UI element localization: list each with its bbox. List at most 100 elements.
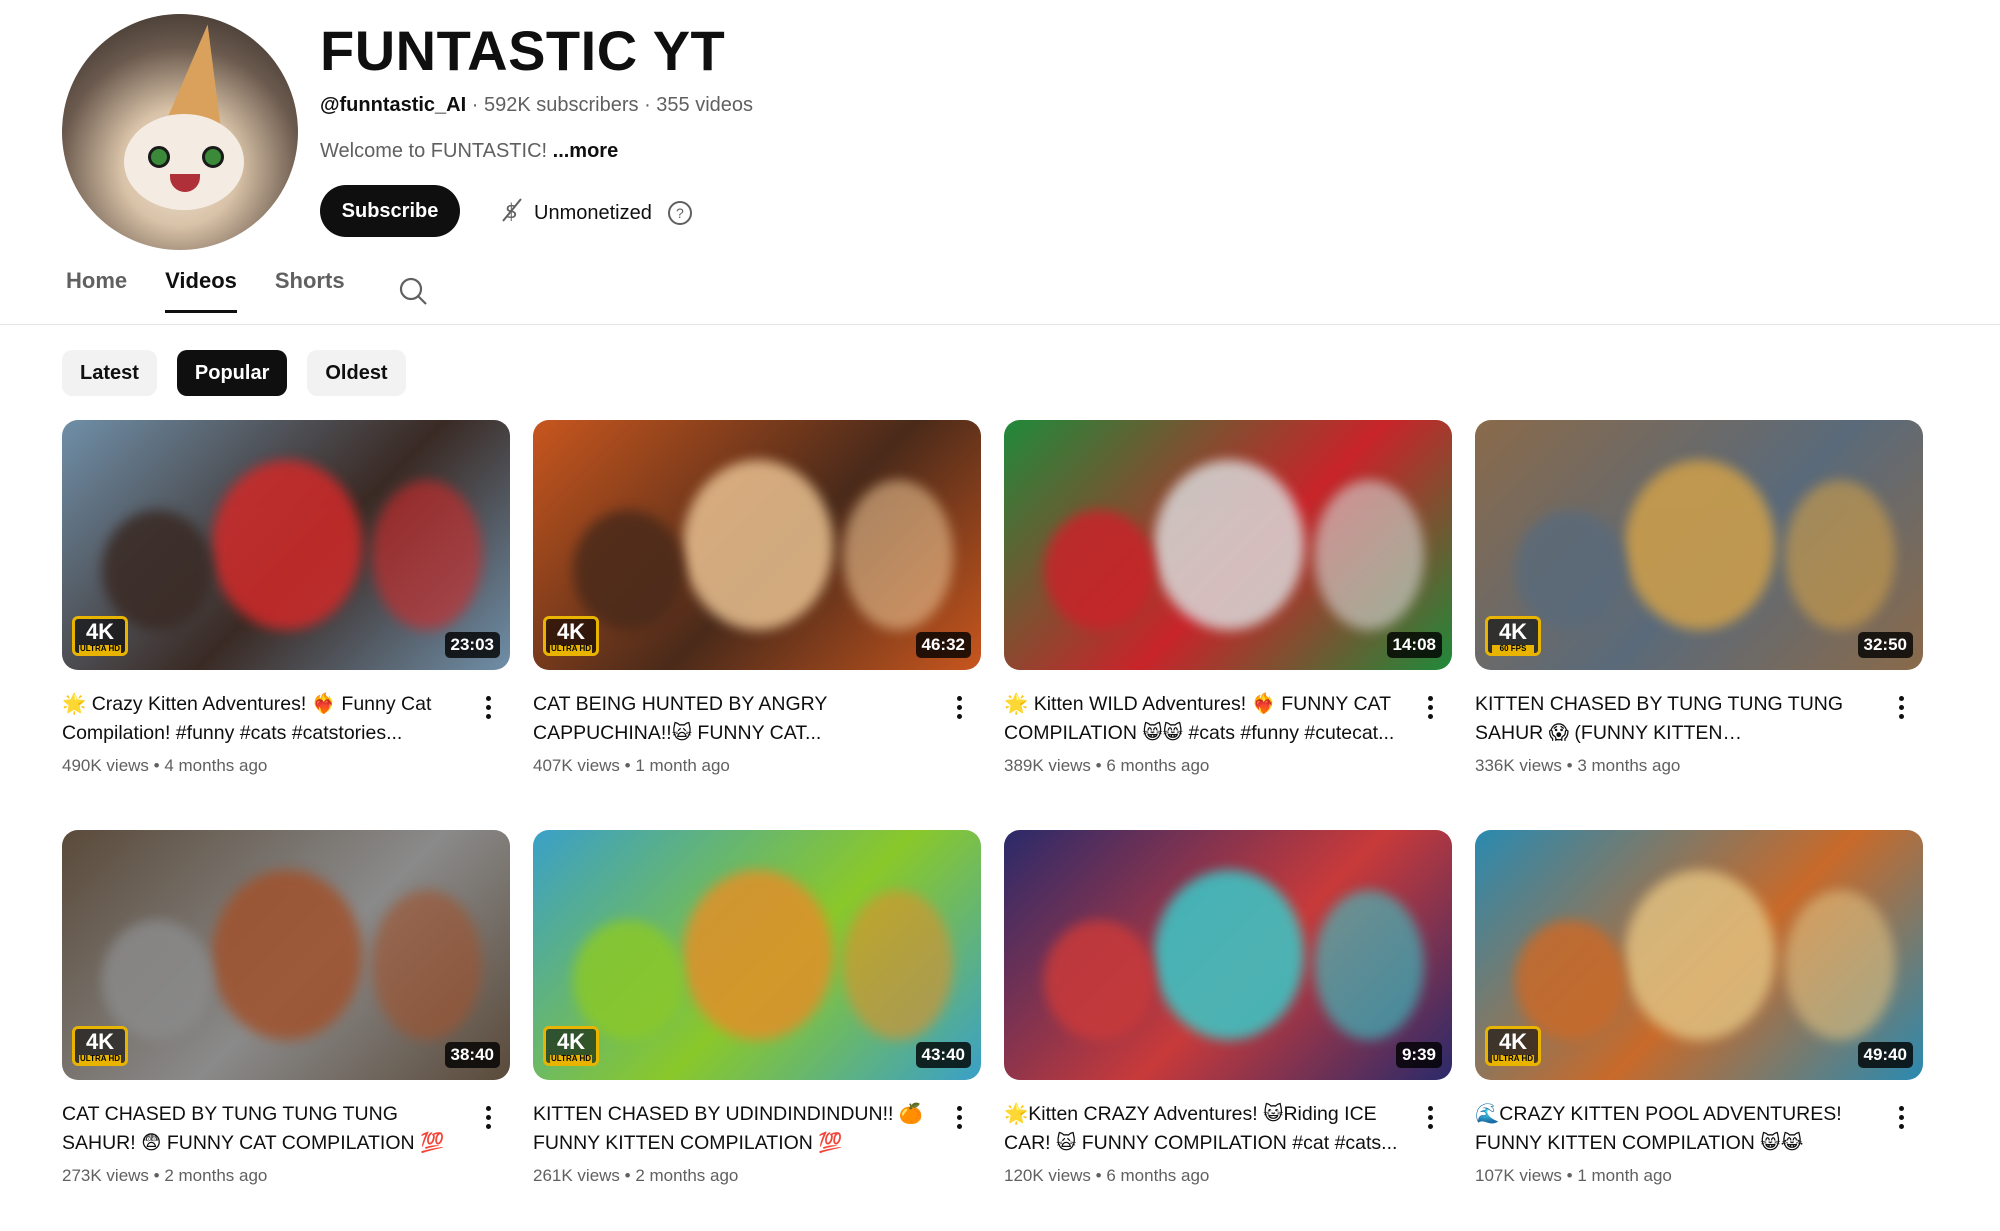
- upload-age: 1 month ago: [635, 756, 730, 775]
- more-actions-icon[interactable]: [945, 1102, 973, 1132]
- sort-chips: Latest Popular Oldest: [62, 350, 406, 396]
- video-duration: 32:50: [1857, 632, 1913, 658]
- channel-meta: @funntastic_AI · 592K subscribers · 355 …: [320, 94, 753, 117]
- thumbnail-art: [1785, 480, 1895, 630]
- view-count: 261K views: [533, 1166, 620, 1185]
- subscriber-count: 592K subscribers: [483, 94, 639, 116]
- video-title[interactable]: KITTEN CHASED BY TUNG TUNG TUNG SAHUR 😱 …: [1475, 690, 1875, 748]
- video-duration: 23:03: [444, 632, 500, 658]
- channel-description[interactable]: Welcome to FUNTASTIC! ...more: [320, 140, 618, 163]
- channel-title: FUNTASTIC YT: [320, 19, 726, 82]
- more-actions-icon[interactable]: [1887, 692, 1915, 722]
- thumbnail-art: [843, 890, 953, 1040]
- more-actions-icon[interactable]: [474, 692, 502, 722]
- video-duration: 49:40: [1857, 1042, 1913, 1068]
- more-link[interactable]: ...more: [553, 140, 619, 162]
- video-thumbnail[interactable]: 4K ULTRA HD 38:40: [62, 830, 510, 1080]
- tab-videos[interactable]: Videos: [165, 268, 237, 313]
- video-title[interactable]: 🌟Kitten CRAZY Adventures! 😺Riding ICE CA…: [1004, 1100, 1404, 1158]
- video-card[interactable]: 4K ULTRA HD 38:40 CAT CHASED BY TUNG TUNG…: [62, 830, 510, 1231]
- video-title[interactable]: 🌟 Kitten WILD Adventures! ❤️‍🔥 FUNNY CAT…: [1004, 690, 1404, 748]
- more-actions-icon[interactable]: [474, 1102, 502, 1132]
- unmonetized-label: Unmonetized: [534, 201, 652, 224]
- view-count: 107K views: [1475, 1166, 1562, 1185]
- view-count: 120K views: [1004, 1166, 1091, 1185]
- video-thumbnail[interactable]: 4K ULTRA HD 23:03: [62, 420, 510, 670]
- video-card[interactable]: 9:39 🌟Kitten CRAZY Adventures! 😺Riding I…: [1004, 830, 1452, 1231]
- help-icon[interactable]: ?: [667, 201, 692, 225]
- video-meta: 407K views • 1 month ago: [533, 756, 730, 776]
- search-icon[interactable]: [398, 276, 428, 311]
- thumbnail-art: [372, 890, 482, 1040]
- quality-badge: 4K ULTRA HD: [543, 616, 599, 656]
- cat-eye-left: [148, 146, 170, 168]
- video-meta: 261K views • 2 months ago: [533, 1166, 738, 1186]
- video-thumbnail[interactable]: 4K ULTRA HD 46:32: [533, 420, 981, 670]
- upload-age: 6 months ago: [1106, 1166, 1210, 1185]
- video-meta: 107K views • 1 month ago: [1475, 1166, 1672, 1186]
- video-card[interactable]: 4K ULTRA HD 46:32 CAT BEING HUNTED BY ANG…: [533, 420, 981, 830]
- meta-separator: ·: [644, 94, 657, 116]
- tab-shorts[interactable]: Shorts: [275, 268, 345, 294]
- more-actions-icon[interactable]: [1887, 1102, 1915, 1132]
- upload-age: 6 months ago: [1106, 756, 1210, 775]
- channel-tabs: Home Videos Shorts: [66, 268, 345, 313]
- more-actions-icon[interactable]: [1416, 692, 1444, 722]
- view-count: 273K views: [62, 1166, 149, 1185]
- thumbnail-art: [573, 510, 683, 630]
- thumbnail-art: [212, 460, 362, 630]
- thumbnail-art: [1625, 460, 1775, 630]
- video-title[interactable]: 🌟 Crazy Kitten Adventures! ❤️‍🔥 Funny Ca…: [62, 690, 462, 748]
- video-meta: 490K views • 4 months ago: [62, 756, 267, 776]
- more-actions-icon[interactable]: [945, 692, 973, 722]
- video-meta: 389K views • 6 months ago: [1004, 756, 1209, 776]
- video-title[interactable]: 🌊CRAZY KITTEN POOL ADVENTURES! FUNNY KIT…: [1475, 1100, 1875, 1158]
- video-thumbnail[interactable]: 4K ULTRA HD 43:40: [533, 830, 981, 1080]
- video-meta: 336K views • 3 months ago: [1475, 756, 1680, 776]
- thumbnail-art: [212, 870, 362, 1040]
- chip-latest[interactable]: Latest: [62, 350, 157, 396]
- quality-badge: 4K 60 FPS: [1485, 616, 1541, 656]
- view-count: 389K views: [1004, 756, 1091, 775]
- video-card[interactable]: 14:08 🌟 Kitten WILD Adventures! ❤️‍🔥 FUN…: [1004, 420, 1452, 830]
- quality-badge: 4K ULTRA HD: [543, 1026, 599, 1066]
- unmonetized-status: $ Unmonetized ?: [500, 196, 692, 230]
- meta-dot: •: [148, 1166, 165, 1185]
- thumbnail-art: [1515, 920, 1625, 1040]
- channel-avatar[interactable]: [62, 14, 298, 250]
- quality-badge: 4K ULTRA HD: [72, 1026, 128, 1066]
- upload-age: 3 months ago: [1577, 756, 1681, 775]
- thumbnail-art: [1154, 870, 1304, 1040]
- meta-dot: •: [1090, 756, 1107, 775]
- video-thumbnail[interactable]: 4K ULTRA HD 49:40: [1475, 830, 1923, 1080]
- video-card[interactable]: 4K ULTRA HD 49:40 🌊CRAZY KITTEN POOL ADVE…: [1475, 830, 1923, 1231]
- meta-dot: •: [1090, 1166, 1107, 1185]
- chip-oldest[interactable]: Oldest: [307, 350, 406, 396]
- tab-home[interactable]: Home: [66, 268, 127, 294]
- video-thumbnail[interactable]: 9:39: [1004, 830, 1452, 1080]
- thumbnail-art: [1625, 870, 1775, 1040]
- video-thumbnail[interactable]: 4K 60 FPS 32:50: [1475, 420, 1923, 670]
- video-title[interactable]: CAT BEING HUNTED BY ANGRY CAPPUCHINA!!🙀 …: [533, 690, 933, 748]
- more-actions-icon[interactable]: [1416, 1102, 1444, 1132]
- meta-dot: •: [1561, 1166, 1578, 1185]
- video-title[interactable]: KITTEN CHASED BY UDINDINDINDUN!! 🍊 FUNNY…: [533, 1100, 933, 1158]
- thumbnail-art: [1314, 480, 1424, 630]
- video-grid: 4K ULTRA HD 23:03 🌟 Crazy Kitten Adventur…: [62, 420, 1923, 1231]
- meta-dot: •: [1561, 756, 1578, 775]
- video-title[interactable]: CAT CHASED BY TUNG TUNG TUNG SAHUR! 😨 FU…: [62, 1100, 462, 1158]
- video-thumbnail[interactable]: 14:08: [1004, 420, 1452, 670]
- meta-dot: •: [148, 756, 165, 775]
- video-count: 355 videos: [656, 94, 754, 116]
- thumbnail-art: [1515, 510, 1625, 630]
- meta-dot: •: [619, 1166, 636, 1185]
- video-card[interactable]: 4K 60 FPS 32:50 KITTEN CHASED BY TUNG TUN…: [1475, 420, 1923, 830]
- video-card[interactable]: 4K ULTRA HD 23:03 🌟 Crazy Kitten Adventur…: [62, 420, 510, 830]
- cat-eye-right: [202, 146, 224, 168]
- video-card[interactable]: 4K ULTRA HD 43:40 KITTEN CHASED BY UDINDI…: [533, 830, 981, 1231]
- channel-handle[interactable]: @funntastic_AI: [320, 94, 466, 116]
- subscribe-button[interactable]: Subscribe: [320, 185, 460, 237]
- chip-popular[interactable]: Popular: [176, 350, 288, 396]
- meta-separator: ·: [471, 94, 484, 116]
- view-count: 407K views: [533, 756, 620, 775]
